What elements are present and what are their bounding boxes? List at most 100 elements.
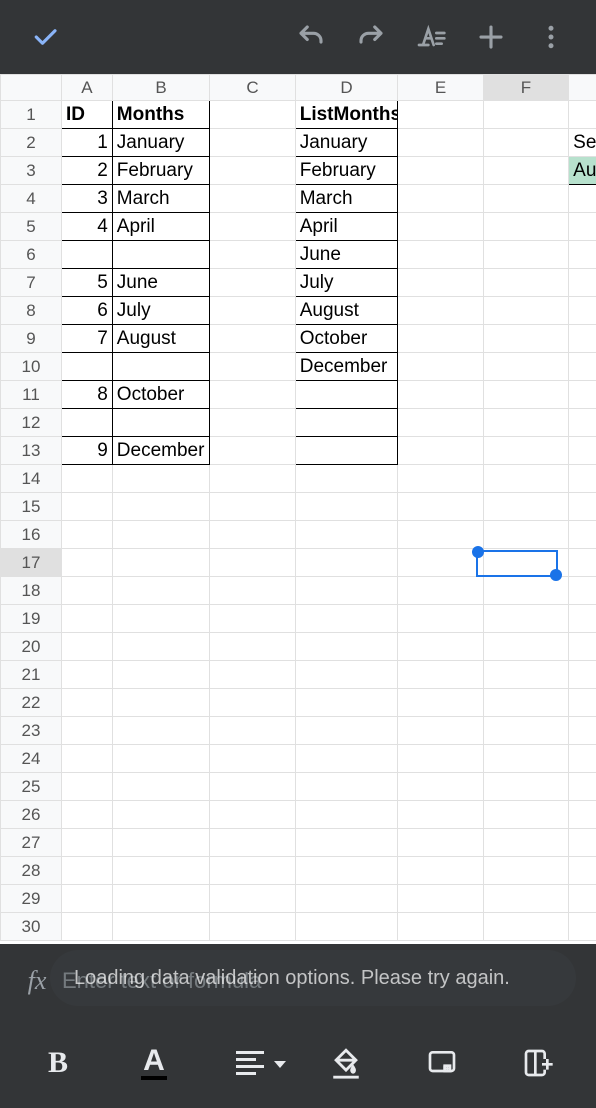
cell-G17[interactable] <box>569 549 596 577</box>
insert-button[interactable] <box>508 1033 568 1093</box>
cell-A20[interactable] <box>61 633 112 661</box>
cell-G20[interactable] <box>569 633 596 661</box>
cell-B3[interactable]: February <box>112 157 210 185</box>
row-header-5[interactable]: 5 <box>1 213 62 241</box>
cell-G9[interactable] <box>569 325 596 353</box>
cell-A9[interactable]: 7 <box>61 325 112 353</box>
cell-B30[interactable] <box>112 913 210 941</box>
cell-E2[interactable] <box>398 129 483 157</box>
cell-E13[interactable] <box>398 437 483 465</box>
cell-A14[interactable] <box>61 465 112 493</box>
cell-E9[interactable] <box>398 325 483 353</box>
cell-A12[interactable] <box>61 409 112 437</box>
cell-D30[interactable] <box>295 913 398 941</box>
cell-C27[interactable] <box>210 829 295 857</box>
cell-E20[interactable] <box>398 633 483 661</box>
cell-D20[interactable] <box>295 633 398 661</box>
text-color-button[interactable]: A <box>124 1033 184 1093</box>
row-header-17[interactable]: 17 <box>1 549 62 577</box>
cell-D27[interactable] <box>295 829 398 857</box>
cell-G5[interactable] <box>569 213 596 241</box>
cell-E26[interactable] <box>398 801 483 829</box>
cell-B24[interactable] <box>112 745 210 773</box>
cell-B28[interactable] <box>112 857 210 885</box>
cell-A10[interactable] <box>61 353 112 381</box>
cell-E7[interactable] <box>398 269 483 297</box>
row-header-21[interactable]: 21 <box>1 661 62 689</box>
cell-D11[interactable] <box>295 381 398 409</box>
cell-B12[interactable] <box>112 409 210 437</box>
cell-C19[interactable] <box>210 605 295 633</box>
cell-C16[interactable] <box>210 521 295 549</box>
cell-B27[interactable] <box>112 829 210 857</box>
cell-C28[interactable] <box>210 857 295 885</box>
cell-G26[interactable] <box>569 801 596 829</box>
cell-G12[interactable] <box>569 409 596 437</box>
cell-E17[interactable] <box>398 549 483 577</box>
row-header-22[interactable]: 22 <box>1 689 62 717</box>
cell-E23[interactable] <box>398 717 483 745</box>
cell-F29[interactable] <box>483 885 568 913</box>
cell-D28[interactable] <box>295 857 398 885</box>
cell-C20[interactable] <box>210 633 295 661</box>
cell-F9[interactable] <box>483 325 568 353</box>
cell-B25[interactable] <box>112 773 210 801</box>
cell-E6[interactable] <box>398 241 483 269</box>
cell-F5[interactable] <box>483 213 568 241</box>
cell-A18[interactable] <box>61 577 112 605</box>
cell-F6[interactable] <box>483 241 568 269</box>
cell-F24[interactable] <box>483 745 568 773</box>
row-header-15[interactable]: 15 <box>1 493 62 521</box>
col-header-B[interactable]: B <box>112 75 210 101</box>
cell-A4[interactable]: 3 <box>61 185 112 213</box>
cell-C23[interactable] <box>210 717 295 745</box>
cell-C11[interactable] <box>210 381 295 409</box>
cell-D7[interactable]: July <box>295 269 398 297</box>
row-header-10[interactable]: 10 <box>1 353 62 381</box>
cell-E1[interactable] <box>398 101 483 129</box>
row-header-27[interactable]: 27 <box>1 829 62 857</box>
cell-C14[interactable] <box>210 465 295 493</box>
cell-D23[interactable] <box>295 717 398 745</box>
cell-C8[interactable] <box>210 297 295 325</box>
cell-D19[interactable] <box>295 605 398 633</box>
cell-C3[interactable] <box>210 157 295 185</box>
cell-B17[interactable] <box>112 549 210 577</box>
row-header-23[interactable]: 23 <box>1 717 62 745</box>
cell-B19[interactable] <box>112 605 210 633</box>
cell-C7[interactable] <box>210 269 295 297</box>
cell-C22[interactable] <box>210 689 295 717</box>
cell-B9[interactable]: August <box>112 325 210 353</box>
cell-G21[interactable] <box>569 661 596 689</box>
cell-B26[interactable] <box>112 801 210 829</box>
cell-B7[interactable]: June <box>112 269 210 297</box>
cell-D6[interactable]: June <box>295 241 398 269</box>
cell-A21[interactable] <box>61 661 112 689</box>
cell-D29[interactable] <box>295 885 398 913</box>
cell-A1[interactable]: ID <box>61 101 112 129</box>
cell-G30[interactable] <box>569 913 596 941</box>
cell-G29[interactable] <box>569 885 596 913</box>
col-header-E[interactable]: E <box>398 75 483 101</box>
confirm-check-icon[interactable] <box>20 12 70 62</box>
col-header-G[interactable] <box>569 75 596 101</box>
row-header-29[interactable]: 29 <box>1 885 62 913</box>
cell-G15[interactable] <box>569 493 596 521</box>
undo-icon[interactable] <box>286 12 336 62</box>
cell-D15[interactable] <box>295 493 398 521</box>
cell-D9[interactable]: October <box>295 325 398 353</box>
cell-F18[interactable] <box>483 577 568 605</box>
cell-F4[interactable] <box>483 185 568 213</box>
col-header-C[interactable]: C <box>210 75 295 101</box>
cell-A5[interactable]: 4 <box>61 213 112 241</box>
cell-D26[interactable] <box>295 801 398 829</box>
cell-A7[interactable]: 5 <box>61 269 112 297</box>
cell-G1[interactable] <box>569 101 596 129</box>
cell-B10[interactable] <box>112 353 210 381</box>
cell-C13[interactable] <box>210 437 295 465</box>
cell-A27[interactable] <box>61 829 112 857</box>
row-header-3[interactable]: 3 <box>1 157 62 185</box>
cell-E8[interactable] <box>398 297 483 325</box>
cell-A22[interactable] <box>61 689 112 717</box>
row-header-24[interactable]: 24 <box>1 745 62 773</box>
